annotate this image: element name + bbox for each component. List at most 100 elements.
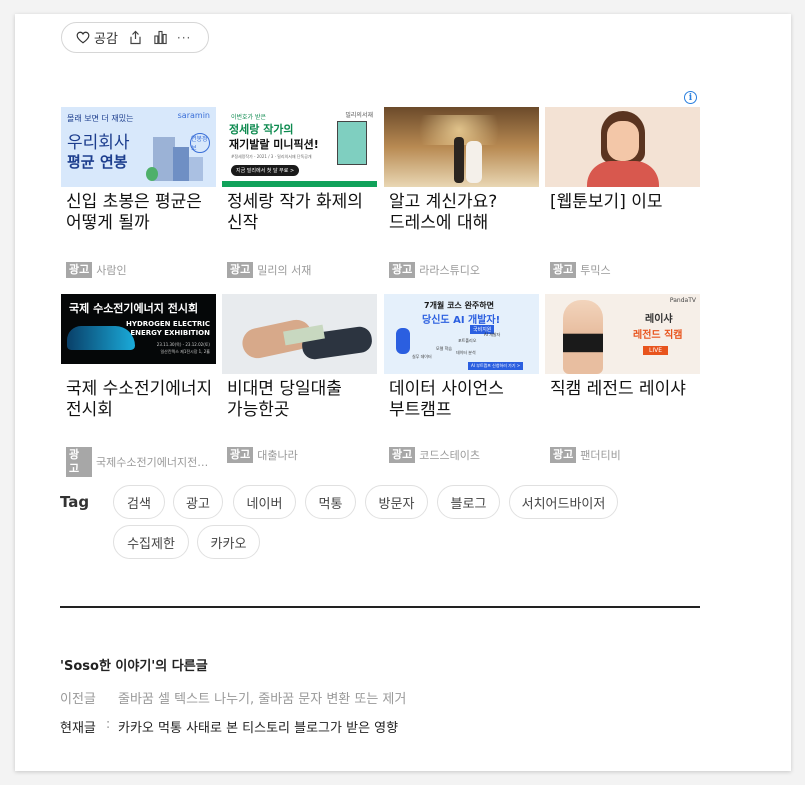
- cta-bar: AI 부트캠프 신청하러 가기 >: [468, 362, 524, 370]
- ad-thumbnail[interactable]: 국제 수소전기에너지 전시회 HYDROGEN ELECTRIC ENERGY …: [61, 294, 216, 374]
- other-posts-title: 'Soso한 이야기'의 다른글: [60, 659, 208, 674]
- post-footer-card: 공감 ··· i saramin 몰래 보면 더 재밌는 우리회사 평균 연봉 …: [15, 14, 791, 771]
- stats-button[interactable]: [153, 30, 168, 45]
- thumb-text: 레전드 직캠: [633, 330, 683, 341]
- tree-illustration: [146, 167, 158, 181]
- ad-meta: 광고 투믹스: [550, 262, 611, 278]
- thumb-text: 레이샤: [645, 314, 673, 325]
- ad-title[interactable]: 데이터 사이언스 부트캠프: [384, 379, 539, 421]
- prev-post-link[interactable]: 줄바꿈 셀 텍스트 나누기, 줄바꿈 문자 변환 또는 제거: [118, 688, 406, 707]
- ad-item[interactable]: 알고 계신가요? 드레스에 대해 광고 라라스튜디오: [384, 107, 539, 278]
- ad-title[interactable]: 비대면 당일대출 가능한곳: [222, 379, 377, 421]
- brand-logo: saramin: [177, 111, 210, 120]
- book-cover: [337, 121, 367, 165]
- thumb-text: 당신도 AI 개발자!: [422, 315, 501, 326]
- reaction-bar: 공감 ···: [61, 22, 209, 53]
- thumb-text: 평균 연봉: [67, 153, 128, 171]
- ad-badge: 광고: [66, 447, 92, 477]
- thumb-text: ENERGY EXHIBITION: [130, 329, 210, 337]
- ad-title[interactable]: 국제 수소전기에너지 전시회: [61, 379, 216, 421]
- tag-item[interactable]: 먹통: [305, 485, 356, 519]
- webtoon-character: [607, 121, 639, 161]
- more-options-button[interactable]: ···: [177, 31, 191, 45]
- ad-source: 코드스테이츠: [419, 449, 480, 462]
- brand-logo: 밀리의서재: [345, 112, 373, 119]
- ad-title[interactable]: 정세랑 작가 화제의 신작: [222, 192, 377, 234]
- thumb-text: 국제 수소전기에너지 전시회: [69, 302, 199, 315]
- ad-meta: 광고 대출나라: [227, 447, 298, 463]
- ad-title[interactable]: [웹툰보기] 이모: [545, 192, 700, 213]
- tag-item[interactable]: 카카오: [197, 525, 260, 559]
- ad-thumbnail[interactable]: [384, 107, 539, 187]
- ad-item[interactable]: 7개월 코스 완주하면 당신도 AI 개발자! 국비지원 실무 데이터 모델 학…: [384, 294, 539, 463]
- ad-thumbnail[interactable]: 7개월 코스 완주하면 당신도 AI 개발자! 국비지원 실무 데이터 모델 학…: [384, 294, 539, 374]
- thumb-text: 정세랑 작가의: [229, 123, 294, 136]
- thumb-text: 23.11.30(목) - 23.12.02(토): [156, 342, 210, 347]
- tag-item[interactable]: 서치어드바이저: [509, 485, 618, 519]
- ad-title[interactable]: 직캠 레전드 레이샤: [545, 379, 700, 400]
- step-label: 포트폴리오: [458, 338, 477, 343]
- current-post-link[interactable]: 카카오 먹통 사태로 본 티스토리 블로그가 받은 영향: [118, 717, 398, 736]
- ad-source: 사람인: [96, 264, 127, 277]
- thumb-text: 몰래 보면 더 재밌는: [67, 114, 134, 123]
- car-illustration: [67, 326, 135, 350]
- ad-thumbnail[interactable]: [545, 107, 700, 187]
- ad-badge: 광고: [550, 447, 577, 463]
- stamp-badge: 연봉정보: [190, 133, 210, 153]
- tag-item[interactable]: 광고: [173, 485, 223, 519]
- section-divider: [60, 606, 700, 608]
- current-post-label: 현재글 :: [60, 717, 118, 736]
- tag-section-label: Tag: [60, 493, 90, 511]
- like-button[interactable]: 공감: [76, 28, 118, 47]
- ad-badge: 광고: [66, 262, 93, 278]
- tag-item[interactable]: 검색: [113, 485, 165, 519]
- ad-badge: 광고: [389, 447, 416, 463]
- share-icon: [130, 30, 141, 45]
- ad-item[interactable]: saramin 몰래 보면 더 재밌는 우리회사 평균 연봉 연봉정보 신입 초…: [61, 107, 216, 278]
- bar-chart-icon: [154, 30, 167, 45]
- ad-source: 국제수소전기에너지전시회: [96, 456, 216, 469]
- ad-badge: 광고: [389, 262, 416, 278]
- ad-item[interactable]: PandaTV 레이샤 레전드 직캠 LIVE 직캠 레전드 레이샤 광고 팬더…: [545, 294, 700, 463]
- ad-item[interactable]: [웹툰보기] 이모 광고 투믹스: [545, 107, 700, 278]
- ad-meta: 광고 사람인: [66, 262, 127, 278]
- thumb-text: 우리회사: [67, 133, 130, 153]
- ad-thumbnail[interactable]: PandaTV 레이샤 레전드 직캠 LIVE: [545, 294, 700, 374]
- share-button[interactable]: [128, 30, 143, 45]
- tag-item[interactable]: 네이버: [233, 485, 296, 519]
- heart-icon: [76, 31, 90, 44]
- tag-item[interactable]: 수집제한: [113, 525, 189, 559]
- ad-thumbnail[interactable]: 이번호가 받은 밀리의서재 정세랑 작가의 재기발랄 미니픽션! #정세랑작가 …: [222, 107, 377, 187]
- ad-thumbnail[interactable]: [222, 294, 377, 374]
- building-illustration: [189, 157, 203, 181]
- ad-item[interactable]: 비대면 당일대출 가능한곳 광고 대출나라: [222, 294, 377, 463]
- ad-info-icon[interactable]: i: [684, 91, 697, 104]
- step-label: 실무 데이터: [412, 354, 432, 359]
- brand-logo: PandaTV: [669, 297, 696, 304]
- ad-meta: 광고 코드스테이츠: [389, 447, 480, 463]
- tag-item[interactable]: 블로그: [437, 485, 500, 519]
- ad-item[interactable]: 이번호가 받은 밀리의서재 정세랑 작가의 재기발랄 미니픽션! #정세랑작가 …: [222, 107, 377, 278]
- couple-photo: [466, 141, 482, 183]
- green-footer: [222, 181, 377, 187]
- current-post-row: 현재글 : 카카오 먹통 사태로 본 티스토리 블로그가 받은 영향: [60, 717, 398, 736]
- thumb-text: HYDROGEN ELECTRIC: [126, 320, 210, 328]
- live-badge: LIVE: [643, 346, 669, 355]
- ad-title[interactable]: 알고 계신가요? 드레스에 대해: [384, 192, 539, 234]
- ad-thumbnail[interactable]: saramin 몰래 보면 더 재밌는 우리회사 평균 연봉 연봉정보: [61, 107, 216, 187]
- ad-badge: 광고: [227, 447, 254, 463]
- person-photo: [563, 300, 603, 374]
- thumb-text: 이번호가 받은: [231, 114, 267, 121]
- ad-source: 밀리의 서재: [257, 264, 312, 277]
- tag-item[interactable]: 방문자: [365, 485, 428, 519]
- ad-meta: 광고 밀리의 서재: [227, 262, 311, 278]
- ad-title[interactable]: 신입 초봉은 평균은 어떻게 될까: [61, 192, 216, 234]
- ad-item[interactable]: 국제 수소전기에너지 전시회 HYDROGEN ELECTRIC ENERGY …: [61, 294, 216, 477]
- ad-source: 라라스튜디오: [419, 264, 480, 277]
- ad-badge: 광고: [550, 262, 577, 278]
- ad-source: 대출나라: [257, 449, 298, 462]
- ad-meta: 광고 팬더티비: [550, 447, 621, 463]
- runner-illustration: [396, 328, 410, 354]
- ad-badge: 광고: [227, 262, 254, 278]
- webtoon-character: [587, 161, 659, 187]
